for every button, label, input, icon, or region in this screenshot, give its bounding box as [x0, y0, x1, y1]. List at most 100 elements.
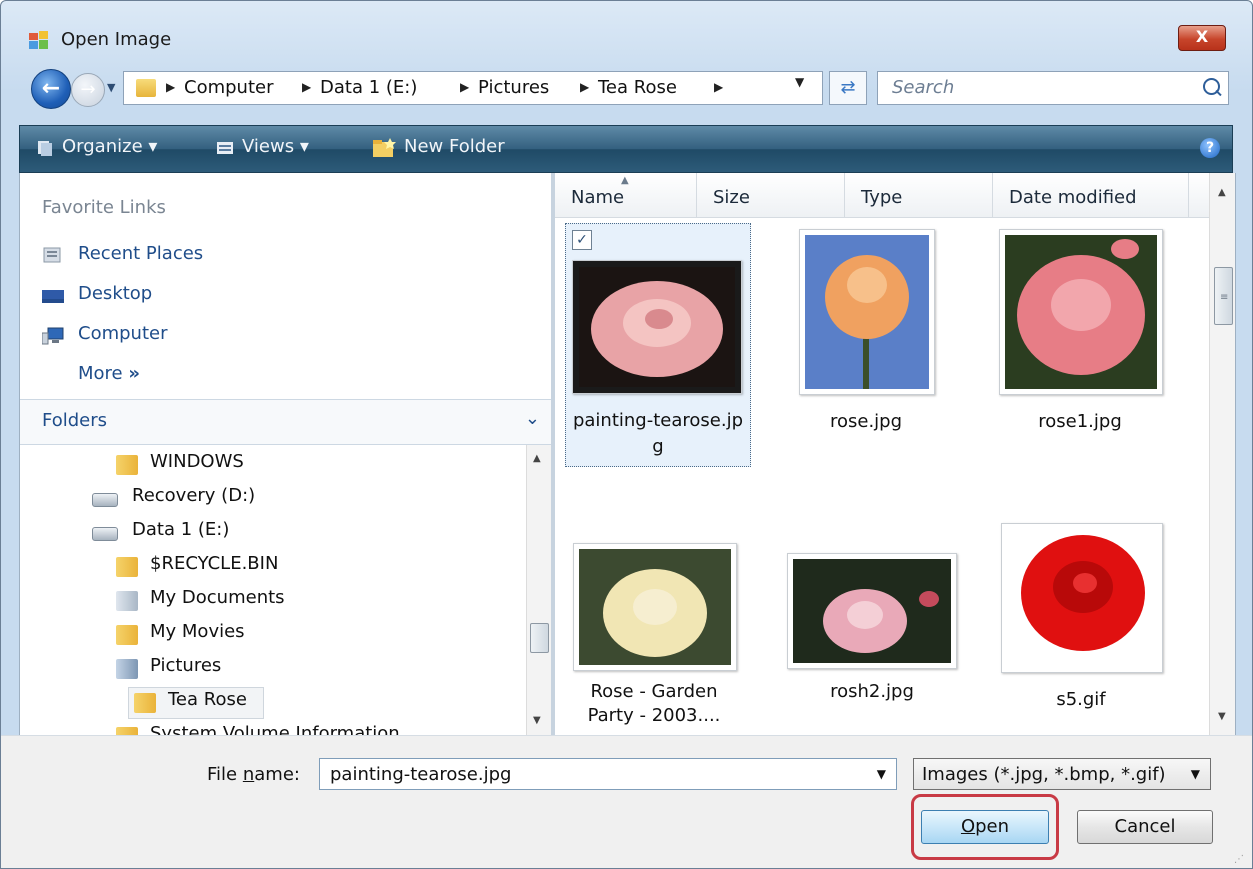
- forward-button[interactable]: →: [71, 73, 105, 107]
- column-type[interactable]: Type: [845, 173, 993, 217]
- more-label: More: [78, 363, 123, 384]
- folders-header[interactable]: Folders ⌄: [20, 399, 552, 445]
- rose-thumbnail-image: [805, 235, 929, 389]
- folder-icon: [134, 693, 156, 713]
- column-name[interactable]: Name ▲: [555, 173, 697, 217]
- file-item-rose1[interactable]: rose1.jpg: [995, 229, 1165, 449]
- file-name-value: painting-tearose.jpg: [330, 764, 512, 785]
- desktop-icon: [42, 290, 64, 303]
- grip-icon: ≡: [1220, 292, 1229, 303]
- breadcrumb-arrow-icon[interactable]: ▶: [714, 80, 723, 94]
- back-button[interactable]: ←: [31, 69, 71, 109]
- chevron-down-icon[interactable]: ▼: [1191, 767, 1200, 781]
- folder-icon: [116, 455, 138, 475]
- search-icon[interactable]: [1203, 78, 1220, 95]
- views-label: Views: [242, 136, 295, 157]
- folder-tree-scrollbar[interactable]: ▲ ▼: [526, 445, 551, 735]
- thumbnail-frame: [573, 543, 737, 671]
- tree-item-label: Recovery (D:): [132, 485, 256, 506]
- double-chevron-icon: »: [128, 363, 140, 384]
- column-label: Type: [861, 187, 903, 208]
- scroll-down-icon[interactable]: ▼: [1218, 711, 1226, 722]
- cancel-button[interactable]: Cancel: [1077, 810, 1213, 844]
- file-type-select[interactable]: Images (*.jpg, *.bmp, *.gif) ▼: [913, 758, 1211, 790]
- breadcrumb-computer[interactable]: Computer: [184, 77, 273, 98]
- breadcrumb-arrow-icon[interactable]: ▶: [460, 80, 469, 94]
- file-name-line1: painting-tearose.jp: [572, 410, 744, 431]
- chevron-down-icon[interactable]: ▼: [877, 767, 886, 781]
- scrollbar-thumb[interactable]: [530, 623, 549, 653]
- refresh-button[interactable]: ⇄: [829, 71, 867, 105]
- new-folder-button[interactable]: New Folder: [404, 136, 505, 157]
- scroll-up-icon[interactable]: ▲: [1218, 187, 1226, 198]
- thumbnail-frame: [1001, 523, 1163, 673]
- recent-places-icon: [43, 247, 61, 263]
- address-dropdown-icon[interactable]: ▼: [795, 75, 804, 89]
- column-date-modified[interactable]: Date modified: [993, 173, 1189, 217]
- file-name-label-suffix: ame:: [254, 764, 300, 785]
- rose-thumbnail-image: [579, 549, 731, 665]
- column-label: Name: [571, 187, 625, 208]
- file-item-rosh2[interactable]: rosh2.jpg: [787, 553, 957, 733]
- navigation-bar: ← → ▼ ▶ Computer ▶ Data 1 (E:) ▶ Picture…: [1, 63, 1252, 113]
- scroll-down-icon[interactable]: ▼: [533, 715, 541, 726]
- file-name-label: File name:: [207, 764, 300, 785]
- search-placeholder: Search: [892, 77, 955, 98]
- folder-icon: [116, 557, 138, 577]
- file-list-pane: Name ▲ Size Type Date modified ✓ paintin…: [555, 173, 1236, 735]
- open-button[interactable]: Open: [921, 810, 1049, 844]
- breadcrumb-data1[interactable]: Data 1 (E:): [320, 77, 417, 98]
- breadcrumb-arrow-icon[interactable]: ▶: [166, 80, 175, 94]
- favorite-links-heading: Favorite Links: [42, 197, 166, 218]
- search-input[interactable]: Search: [877, 71, 1229, 105]
- scroll-up-icon[interactable]: ▲: [533, 453, 541, 464]
- organize-button[interactable]: Organize ▾: [62, 136, 157, 157]
- pictures-icon: [116, 659, 138, 679]
- breadcrumb-arrow-icon[interactable]: ▶: [302, 80, 311, 94]
- tree-item-label: System Volume Information: [150, 723, 400, 735]
- rose-thumbnail-image: [1007, 529, 1157, 667]
- window-title: Open Image: [61, 29, 172, 50]
- favorite-label: Desktop: [78, 283, 153, 304]
- file-list-scrollbar[interactable]: ▲ ≡ ▼: [1209, 173, 1235, 735]
- folder-icon: [136, 79, 156, 97]
- file-item-painting-tearose[interactable]: ✓ painting-tearose.jp g: [565, 223, 751, 467]
- drive-icon: [92, 493, 118, 507]
- new-folder-icon: [373, 138, 396, 157]
- column-size[interactable]: Size: [697, 173, 845, 217]
- close-button[interactable]: X: [1178, 25, 1226, 51]
- more-link[interactable]: More »: [78, 363, 140, 384]
- file-item-s5[interactable]: s5.gif: [1001, 523, 1163, 723]
- tree-item-label: Data 1 (E:): [132, 519, 230, 540]
- breadcrumb-tea-rose[interactable]: Tea Rose: [598, 77, 677, 98]
- views-icon: [217, 142, 233, 154]
- file-name-line1: Rose - Garden: [590, 681, 718, 702]
- folder-icon: [116, 625, 138, 645]
- breadcrumb-pictures[interactable]: Pictures: [478, 77, 549, 98]
- help-icon[interactable]: ?: [1200, 138, 1220, 158]
- history-dropdown-icon[interactable]: ▼: [107, 81, 119, 94]
- file-item-rose-garden-party[interactable]: Rose - Garden Party - 2003....: [573, 543, 737, 735]
- folder-icon: [116, 727, 138, 735]
- views-button[interactable]: Views ▾: [242, 136, 309, 157]
- chevron-down-icon[interactable]: ⌄: [525, 408, 540, 429]
- column-label: Size: [713, 187, 750, 208]
- rose-thumbnail-image: [793, 559, 951, 663]
- tree-item-label: WINDOWS: [150, 451, 244, 472]
- scrollbar-thumb[interactable]: ≡: [1214, 267, 1233, 325]
- file-name-input[interactable]: painting-tearose.jpg ▼: [319, 758, 897, 790]
- open-rest: pen: [975, 816, 1010, 837]
- address-bar[interactable]: ▶ Computer ▶ Data 1 (E:) ▶ Pictures ▶ Te…: [123, 71, 823, 105]
- file-name: rose.jpg: [829, 411, 903, 432]
- app-icon: [29, 31, 48, 49]
- resize-grip-icon[interactable]: ⋰: [1234, 854, 1244, 865]
- tree-item-label: My Documents: [150, 587, 285, 608]
- file-item-rose[interactable]: rose.jpg: [791, 229, 941, 449]
- open-accel: O: [960, 816, 976, 837]
- rose-thumbnail-image: [1005, 235, 1157, 389]
- file-name-label-prefix: File: [207, 764, 243, 785]
- checkbox-check-icon[interactable]: ✓: [572, 230, 592, 250]
- breadcrumb-arrow-icon[interactable]: ▶: [580, 80, 589, 94]
- file-name: rose1.jpg: [1038, 411, 1122, 432]
- file-name: s5.gif: [1056, 689, 1106, 710]
